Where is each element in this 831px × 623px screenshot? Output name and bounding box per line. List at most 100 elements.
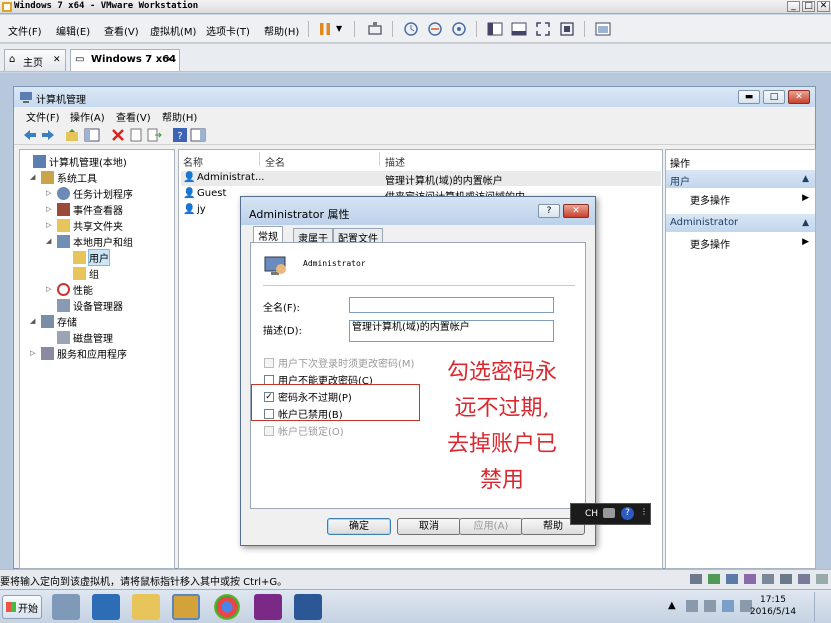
submenu-arrow-icon[interactable]: ▶: [802, 237, 809, 247]
list-row-administrator[interactable]: 👤 Administrat... 管理计算机(域)的内置帐户: [181, 171, 661, 187]
tree-item-local-users-groups[interactable]: ◢ 本地用户和组: [46, 233, 133, 249]
usb-icon[interactable]: [744, 574, 756, 584]
collapse-arrow-icon[interactable]: ◢: [30, 173, 39, 181]
cm-menu-action[interactable]: 操作(A): [70, 109, 105, 124]
collapse-up-icon[interactable]: ▲: [802, 218, 809, 228]
expand-arrow-icon[interactable]: ▷: [46, 189, 55, 197]
computer-management-taskbar-icon[interactable]: [172, 594, 200, 620]
menu-edit[interactable]: 编辑(E): [56, 23, 90, 38]
action-more-actions[interactable]: 更多操作: [690, 236, 730, 251]
menu-tabs[interactable]: 选项卡(T): [206, 23, 250, 38]
revert-snapshot-icon[interactable]: [426, 20, 444, 38]
cm-menu-file[interactable]: 文件(F): [26, 109, 60, 124]
cancel-button[interactable]: 取消: [397, 518, 461, 535]
delete-icon[interactable]: [110, 127, 126, 143]
unity-icon[interactable]: [558, 20, 576, 38]
help-icon[interactable]: ?: [621, 507, 634, 520]
console-view-icon[interactable]: [594, 20, 612, 38]
network-icon[interactable]: [726, 574, 738, 584]
printer-icon[interactable]: [780, 574, 792, 584]
tree-item-services-apps[interactable]: ▷ 服务和应用程序: [30, 345, 127, 361]
tree-item-groups[interactable]: 组: [62, 265, 99, 281]
sound-icon[interactable]: [762, 574, 774, 584]
clock[interactable]: 17:15 2016/5/14: [743, 594, 803, 618]
tree-item-disk-management[interactable]: 磁盘管理: [46, 329, 113, 345]
action-more-actions[interactable]: 更多操作: [690, 192, 730, 207]
language-bar[interactable]: CH ? ⋮: [570, 503, 651, 525]
start-button[interactable]: 开始: [2, 595, 42, 619]
tab-home[interactable]: ⌂ 主页 ✕: [4, 49, 66, 71]
menu-help[interactable]: 帮助(H): [264, 23, 299, 38]
description-input[interactable]: 管理计算机(域)的内置帐户: [349, 320, 554, 342]
export-list-icon[interactable]: [146, 127, 162, 143]
maximize-icon[interactable]: □: [763, 90, 785, 104]
display-icon[interactable]: [798, 574, 810, 584]
powershell-icon[interactable]: [92, 594, 120, 620]
menu-file[interactable]: 文件(F): [8, 23, 42, 38]
close-icon[interactable]: ✕: [563, 204, 589, 218]
action-center-icon[interactable]: [722, 600, 734, 612]
word-icon[interactable]: [294, 594, 322, 620]
tab-general[interactable]: 常规: [253, 226, 283, 243]
cm-menu-help[interactable]: 帮助(H): [162, 109, 197, 124]
keyboard-icon[interactable]: [603, 508, 615, 518]
server-manager-icon[interactable]: [52, 594, 80, 620]
tab-vm[interactable]: ▭ Windows 7 x64 ✕: [70, 49, 180, 71]
options-icon[interactable]: ⋮: [640, 507, 648, 516]
show-hidden-icons-icon[interactable]: ▲: [668, 600, 676, 611]
tab-member-of[interactable]: 隶属于: [293, 228, 333, 245]
explorer-icon[interactable]: [132, 594, 160, 620]
tab-close-icon[interactable]: ✕: [166, 55, 174, 65]
menu-vm[interactable]: 虚拟机(M): [150, 23, 196, 38]
actions-section-users[interactable]: 用户 ▲: [666, 170, 815, 188]
submenu-arrow-icon[interactable]: ▶: [802, 193, 809, 203]
chrome-icon[interactable]: [214, 594, 240, 620]
tree-item-shared-folders[interactable]: ▷ 共享文件夹: [46, 217, 123, 233]
hdd-icon[interactable]: [690, 574, 702, 584]
minimize-icon[interactable]: _: [787, 1, 800, 12]
menu-view[interactable]: 查看(V): [104, 23, 139, 38]
expand-arrow-icon[interactable]: ▷: [46, 285, 55, 293]
expand-arrow-icon[interactable]: ▷: [30, 349, 39, 357]
cdrom-icon[interactable]: [708, 574, 720, 584]
maximize-icon[interactable]: □: [802, 1, 815, 12]
collapse-up-icon[interactable]: ▲: [802, 174, 809, 184]
close-icon[interactable]: ✕: [817, 1, 830, 12]
collapse-arrow-icon[interactable]: ◢: [46, 237, 55, 245]
fullname-input[interactable]: [349, 297, 554, 313]
snapshot-manager-icon[interactable]: [450, 20, 468, 38]
tab-close-icon[interactable]: ✕: [53, 55, 61, 65]
tree-item-event-viewer[interactable]: ▷ 事件查看器: [46, 201, 123, 217]
network-tray-icon[interactable]: [686, 600, 698, 612]
column-header-name[interactable]: 名称: [183, 154, 203, 169]
expand-arrow-icon[interactable]: ▷: [46, 221, 55, 229]
show-desktop-button[interactable]: [814, 592, 829, 622]
help-icon[interactable]: ?: [538, 204, 560, 218]
column-header-fullname[interactable]: 全名: [265, 154, 285, 169]
tree-item-computer-management[interactable]: 计算机管理(本地): [22, 153, 127, 169]
tree-item-task-scheduler[interactable]: ▷ 任务计划程序: [46, 185, 133, 201]
thumbnail-view-icon[interactable]: [510, 20, 528, 38]
tree-item-performance[interactable]: ▷ 性能: [46, 281, 93, 297]
column-header-description[interactable]: 描述: [385, 154, 405, 169]
minimize-icon[interactable]: ▬: [738, 90, 760, 104]
expand-arrow-icon[interactable]: ▷: [46, 205, 55, 213]
cm-menu-view[interactable]: 查看(V): [116, 109, 151, 124]
help-icon[interactable]: ?: [172, 127, 188, 143]
ok-button[interactable]: 确定: [327, 518, 391, 535]
tab-profile[interactable]: 配置文件: [333, 228, 383, 245]
collapse-arrow-icon[interactable]: ◢: [30, 317, 39, 325]
visual-studio-icon[interactable]: [254, 594, 282, 620]
close-icon[interactable]: ✕: [788, 90, 810, 104]
send-keys-icon[interactable]: [366, 20, 384, 38]
tree-item-device-manager[interactable]: 设备管理器: [46, 297, 123, 313]
fullscreen-icon[interactable]: [534, 20, 552, 38]
tree-item-storage[interactable]: ◢ 存储: [30, 313, 77, 329]
up-folder-icon[interactable]: [64, 127, 80, 143]
show-hide-action-pane-icon[interactable]: [190, 127, 206, 143]
tree-item-system-tools[interactable]: ◢ 系统工具: [30, 169, 97, 185]
message-log-icon[interactable]: [816, 574, 828, 584]
forward-arrow-icon[interactable]: [40, 127, 56, 143]
pause-icon[interactable]: [316, 20, 334, 38]
actions-section-administrator[interactable]: Administrator ▲: [666, 214, 815, 232]
